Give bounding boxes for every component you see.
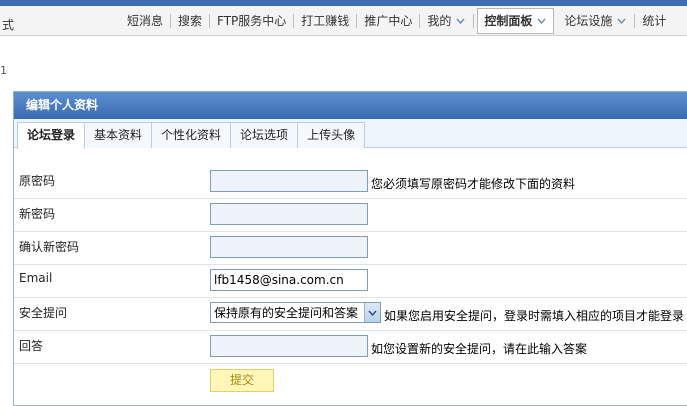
panel-title: 编辑个人资料 bbox=[14, 92, 687, 119]
new-password-label: 新密码 bbox=[19, 207, 56, 221]
tabs-bar: 论坛登录 基本资料 个性化资料 论坛选项 上传头像 bbox=[14, 119, 687, 149]
nav-item-my[interactable]: 我的 bbox=[420, 14, 475, 28]
email-field[interactable] bbox=[210, 269, 368, 291]
new-password-field[interactable] bbox=[210, 203, 368, 225]
nav-item-label: 论坛设施 bbox=[564, 14, 613, 28]
nav-item-messages[interactable]: 短消息 bbox=[120, 14, 172, 28]
nav-item-label: 搜索 bbox=[178, 14, 203, 28]
nav-item-ftp[interactable]: FTP服务中心 bbox=[210, 14, 295, 28]
security-question-label: 安全提问 bbox=[19, 306, 68, 320]
tab-personalization[interactable]: 个性化资料 bbox=[151, 122, 232, 148]
chevron-down-icon[interactable] bbox=[455, 16, 466, 27]
tab-upload-avatar[interactable]: 上传头像 bbox=[297, 122, 366, 148]
security-question-select[interactable]: 保持原有的安全提问和答案 bbox=[210, 302, 381, 323]
form-row-old-password: 原密码 您必须填写原密码才能修改下面的资料 bbox=[14, 166, 687, 199]
nav-item-label: 控制面板 bbox=[484, 14, 533, 28]
form-row-security-question: 安全提问 保持原有的安全提问和答案 如果您启用安全提问，登录时需填入相应的项目才… bbox=[14, 298, 687, 331]
old-password-label: 原密码 bbox=[19, 174, 56, 188]
nav-item-label: 我的 bbox=[427, 14, 452, 28]
form-row-confirm-password: 确认新密码 bbox=[14, 232, 687, 265]
form-row-submit: 提交 bbox=[14, 364, 687, 404]
edit-profile-panel: 编辑个人资料 论坛登录 基本资料 个性化资料 论坛选项 上传头像 原密码 您必须… bbox=[13, 91, 687, 406]
security-question-hint: 如果您启用安全提问，登录时需填入相应的项目才能登录 bbox=[384, 309, 685, 323]
nav-item-earn[interactable]: 打工赚钱 bbox=[294, 14, 358, 28]
chevron-down-icon[interactable] bbox=[536, 16, 547, 27]
email-label: Email bbox=[19, 271, 53, 285]
answer-label: 回答 bbox=[19, 339, 44, 353]
nav-item-promotion[interactable]: 推广中心 bbox=[357, 14, 421, 28]
tab-login[interactable]: 论坛登录 bbox=[17, 122, 86, 149]
nav-item-label: 推广中心 bbox=[364, 14, 413, 28]
nav-item-stats[interactable]: 统计 bbox=[635, 14, 673, 28]
profile-form: 原密码 您必须填写原密码才能修改下面的资料 新密码 确认新密码 Email 安全… bbox=[14, 166, 687, 404]
answer-hint: 如您设置新的安全提问，请在此输入答案 bbox=[371, 342, 588, 356]
nav-item-label: FTP服务中心 bbox=[217, 14, 287, 28]
security-question-selected: 保持原有的安全提问和答案 bbox=[214, 306, 359, 320]
form-row-email: Email bbox=[14, 265, 687, 298]
confirm-password-label: 确认新密码 bbox=[19, 240, 80, 254]
top-navbar: 式 短消息 搜索 FTP服务中心 打工赚钱 推广中心 我的 控制面板 论坛设施 … bbox=[0, 6, 687, 36]
chevron-down-icon[interactable] bbox=[364, 303, 380, 322]
submit-button[interactable]: 提交 bbox=[210, 369, 274, 392]
nav-left-text: 式 bbox=[2, 18, 15, 32]
tab-basic-info[interactable]: 基本资料 bbox=[84, 122, 153, 148]
nav-item-label: 统计 bbox=[642, 14, 667, 28]
nav-item-label: 短消息 bbox=[127, 14, 164, 28]
nav-item-label: 打工赚钱 bbox=[301, 14, 350, 28]
old-password-hint: 您必须填写原密码才能修改下面的资料 bbox=[371, 177, 576, 191]
breadcrumb-fragment: 1 bbox=[0, 64, 7, 77]
form-row-answer: 回答 如您设置新的安全提问，请在此输入答案 bbox=[14, 331, 687, 364]
tab-forum-options[interactable]: 论坛选项 bbox=[230, 122, 299, 148]
nav-item-search[interactable]: 搜索 bbox=[171, 14, 211, 28]
nav-item-facilities[interactable]: 论坛设施 bbox=[557, 14, 636, 28]
form-row-new-password: 新密码 bbox=[14, 199, 687, 232]
nav-menu: 短消息 搜索 FTP服务中心 打工赚钱 推广中心 我的 控制面板 论坛设施 统计 bbox=[120, 6, 673, 36]
nav-item-control-panel[interactable]: 控制面板 bbox=[477, 8, 555, 34]
confirm-password-field[interactable] bbox=[210, 236, 368, 258]
tabs: 论坛登录 基本资料 个性化资料 论坛选项 上传头像 bbox=[17, 122, 366, 149]
answer-field[interactable] bbox=[210, 335, 368, 357]
chevron-down-icon[interactable] bbox=[616, 16, 627, 27]
old-password-field[interactable] bbox=[210, 170, 368, 192]
